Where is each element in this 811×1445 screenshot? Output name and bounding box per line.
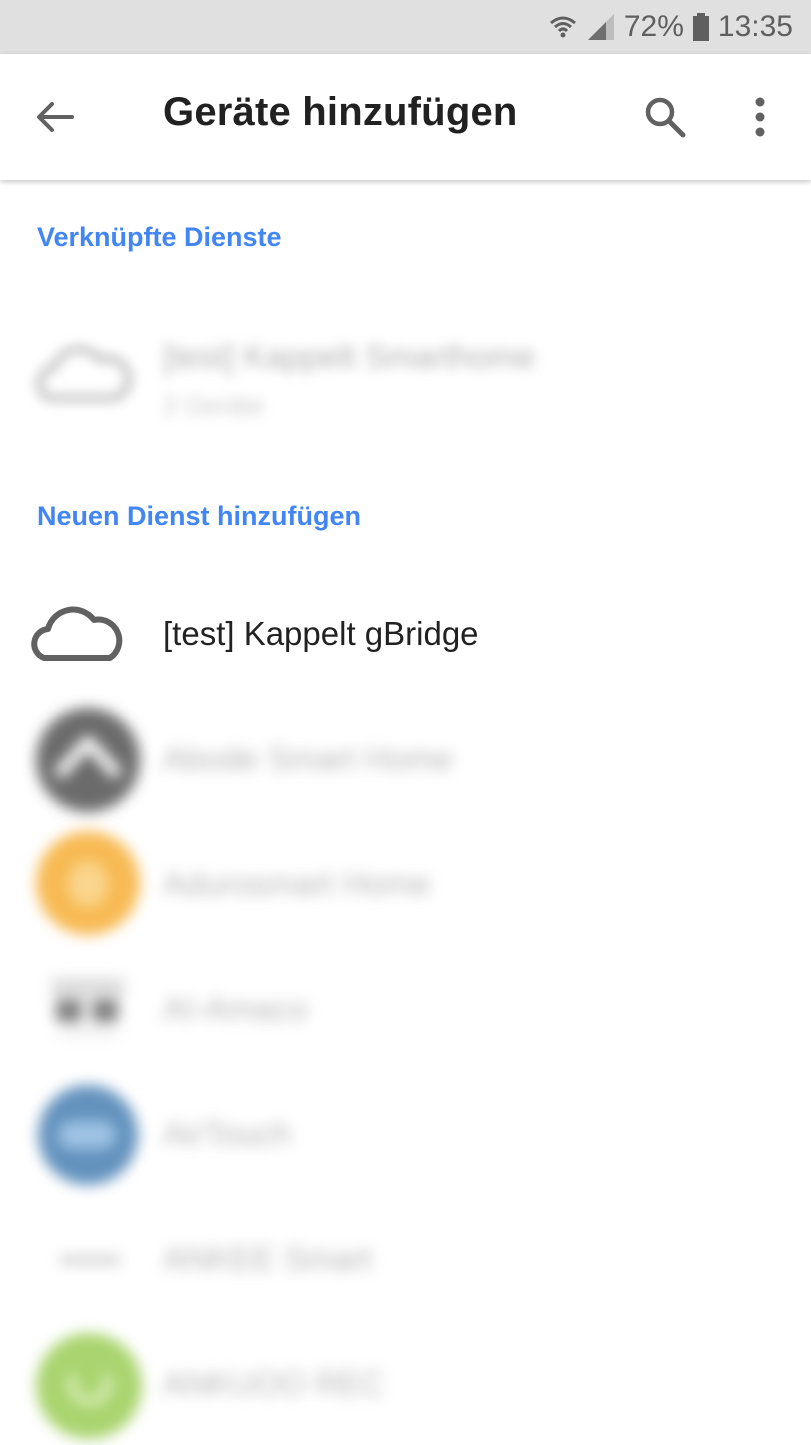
service-name: AI-Amaco — [163, 990, 308, 1027]
linked-service-item[interactable]: [test] Kappelt Smarthome 2 Geräte — [0, 318, 811, 438]
cloud-icon — [30, 575, 150, 695]
section-header-new: Neuen Dienst hinzufügen — [37, 501, 361, 531]
battery-icon — [692, 12, 710, 42]
linked-service-name: [test] Kappelt Smarthome — [163, 338, 536, 375]
service-item[interactable]: AI-Amaco — [0, 950, 811, 1070]
service-item[interactable]: ANKUOO REC — [0, 1325, 811, 1445]
wifi-icon — [548, 12, 578, 42]
service-name: AirTouch — [163, 1115, 292, 1152]
service-item[interactable]: Adurosmart Home — [0, 825, 811, 945]
abode-logo-icon — [30, 700, 150, 820]
page-title: Geräte hinzufügen — [163, 90, 518, 134]
airtouch-logo-icon — [30, 1075, 150, 1195]
battery-percent: 72% — [623, 10, 684, 43]
search-icon[interactable] — [640, 92, 690, 142]
cloud-icon — [30, 318, 150, 438]
linked-service-subtitle: 2 Geräte — [163, 390, 265, 420]
service-item[interactable]: AirTouch — [0, 1075, 811, 1195]
ai-amaco-logo-icon — [30, 950, 150, 1070]
back-arrow-icon[interactable] — [30, 92, 80, 142]
service-item[interactable]: ANKEE Smart — [0, 1200, 811, 1320]
clock: 13:35 — [717, 10, 793, 43]
ankee-logo-icon — [30, 1200, 150, 1320]
adurosmart-logo-icon — [30, 825, 150, 945]
service-name: Abode Smart Home — [163, 740, 453, 777]
service-name: ANKUOO REC — [163, 1365, 385, 1402]
more-vert-icon[interactable] — [740, 92, 780, 142]
app-bar: Geräte hinzufügen — [0, 54, 811, 180]
status-bar: 72% 13:35 — [0, 0, 811, 54]
service-item[interactable]: [test] Kappelt gBridge — [0, 575, 811, 695]
service-item[interactable]: Abode Smart Home — [0, 700, 811, 820]
signal-icon — [586, 12, 616, 42]
section-header-linked: Verknüpfte Dienste — [37, 222, 282, 252]
service-name: ANKEE Smart — [163, 1240, 373, 1277]
ankuoo-logo-icon — [30, 1325, 150, 1445]
service-name: [test] Kappelt gBridge — [163, 615, 479, 652]
service-name: Adurosmart Home — [163, 865, 431, 902]
